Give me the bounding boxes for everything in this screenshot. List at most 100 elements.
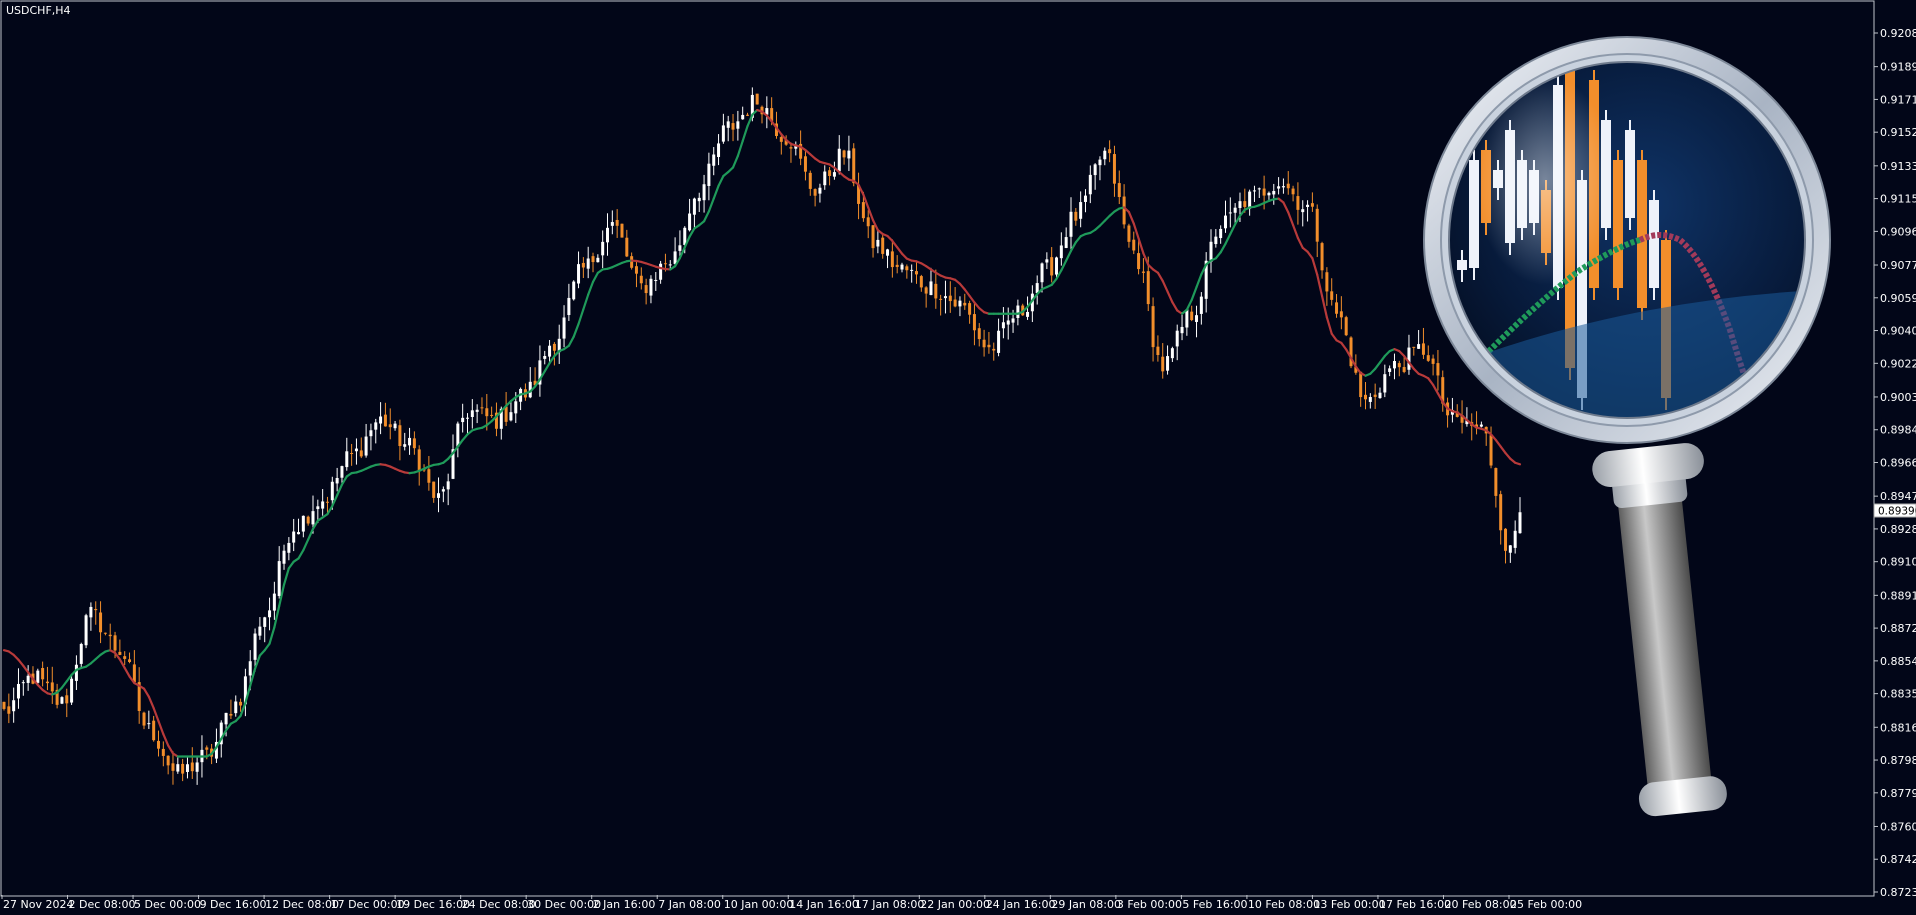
candle-body (1479, 424, 1483, 427)
candle (1344, 315, 1348, 337)
candle-body (108, 634, 112, 637)
candle-body (1277, 186, 1281, 189)
candle (412, 431, 416, 455)
ma-segment-up (1214, 251, 1222, 260)
candle-body (1069, 211, 1073, 237)
y-tick-label: 0.90775 (1880, 259, 1916, 272)
candle-body (277, 561, 281, 597)
candle-body (166, 755, 170, 766)
candle-body (1190, 311, 1194, 321)
y-tick-label: 0.90220 (1880, 357, 1916, 370)
x-tick-label: 20 Feb 08:00 (1444, 898, 1516, 911)
candle (1127, 223, 1131, 248)
candle-body (963, 302, 967, 306)
candle (1518, 497, 1522, 534)
candle (1364, 382, 1368, 410)
candle (659, 260, 663, 284)
candle-body (731, 123, 735, 130)
candle (606, 213, 610, 256)
candle (543, 350, 547, 365)
candle-body (21, 682, 25, 684)
candle (94, 601, 98, 625)
ma-segment-up (1065, 249, 1073, 262)
candle-body (132, 664, 136, 683)
ma-segment-up (1378, 354, 1386, 364)
candle-body (1112, 154, 1116, 184)
candle-body (562, 317, 566, 339)
candle (1108, 140, 1112, 163)
current-price-marker: 0.89390 (1873, 503, 1916, 518)
candle-body (1252, 190, 1256, 192)
candle-body (659, 263, 663, 280)
candle-body (7, 706, 11, 714)
candle (1417, 330, 1421, 349)
candle-body (1431, 358, 1435, 364)
candle-body (1383, 374, 1387, 393)
candle-body (1330, 291, 1334, 300)
ma-segment-down (1340, 341, 1348, 351)
candle-body (1397, 363, 1401, 368)
candle (717, 134, 721, 166)
candle-body (1494, 468, 1498, 496)
ma-segment-up (336, 483, 344, 497)
candle (934, 269, 938, 309)
candle (1199, 292, 1203, 325)
candle-body (948, 295, 952, 302)
ma-segment-up (577, 308, 585, 326)
candle-body (895, 264, 899, 267)
candle-body (606, 227, 610, 243)
candle-body (398, 425, 402, 447)
candle-body (113, 635, 117, 651)
candle (939, 294, 943, 316)
candle-body (644, 285, 648, 294)
candle-body (239, 701, 243, 706)
candle-body (1223, 215, 1227, 229)
candle-body (914, 271, 918, 275)
candle (1368, 393, 1372, 409)
candle-body (99, 612, 103, 633)
ma-segment-down (1282, 201, 1290, 214)
ma-segment-down (891, 239, 899, 249)
y-tick-label: 0.91710 (1880, 93, 1916, 106)
candle-body (1504, 528, 1508, 551)
candle-body (1325, 272, 1329, 292)
x-tick-label: 29 Jan 08:00 (1051, 898, 1121, 911)
candle (1397, 360, 1401, 377)
candle (359, 437, 363, 459)
candle (292, 518, 296, 552)
candle (1272, 183, 1276, 205)
y-tick-label: 0.87980 (1880, 754, 1916, 767)
candle (697, 192, 701, 212)
price-chart[interactable]: USDCHF,H4 0.920850.918950.917100.915250.… (0, 0, 1916, 915)
candle (654, 272, 658, 291)
ma-segment-up (1234, 214, 1242, 226)
candle (142, 711, 146, 730)
x-tick-label: 7 Jan 08:00 (658, 898, 721, 911)
candle (987, 332, 991, 354)
candle (2, 701, 6, 711)
candle (1166, 345, 1170, 375)
candle (1059, 232, 1063, 266)
x-tick-label: 12 Dec 08:00 (265, 898, 339, 911)
candle-body (890, 251, 894, 268)
candle-body (746, 114, 750, 116)
candle-body (94, 609, 98, 611)
candle-body (1141, 271, 1145, 273)
candle-body (654, 279, 658, 281)
candle-body (379, 416, 383, 424)
candle-body (1064, 237, 1068, 248)
candle-body (818, 187, 822, 194)
candle-body (1296, 196, 1300, 210)
ma-segment-down (152, 706, 160, 723)
ma-segment-down (963, 288, 971, 298)
candle-body (65, 695, 69, 704)
ma-segment-up (1050, 277, 1058, 286)
y-tick-label: 0.88165 (1880, 721, 1916, 734)
candle (721, 113, 725, 144)
ma-segment-up (543, 362, 551, 373)
candle (997, 318, 1001, 357)
candle (393, 420, 397, 431)
candle (132, 650, 136, 684)
candle (857, 172, 861, 220)
candle (45, 666, 49, 691)
